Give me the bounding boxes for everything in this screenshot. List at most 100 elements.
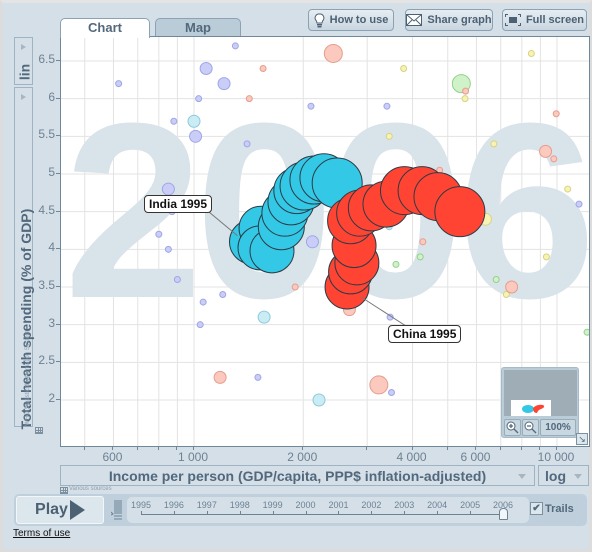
background-country-bubble — [254, 373, 262, 381]
background-country-bubble — [462, 87, 470, 95]
full-screen-button[interactable]: Full screen — [502, 9, 587, 31]
background-country-bubble — [583, 328, 589, 336]
china-bubble-2006 — [434, 186, 486, 238]
background-country-bubble — [383, 102, 391, 110]
how-to-use-button[interactable]: How to use — [308, 9, 394, 31]
y-source-link[interactable]: WHO Statistical Information System — [25, 303, 31, 453]
y-scale-selector[interactable]: lin — [14, 37, 33, 85]
fullscreen-icon — [504, 14, 521, 26]
year-label[interactable]: 2004 — [422, 500, 452, 510]
play-icon — [69, 500, 85, 520]
background-country-bubble — [259, 65, 267, 73]
minimap-thumbnail — [511, 400, 551, 416]
x-tick-label: 4 000 — [396, 450, 427, 464]
slider-thumb[interactable] — [499, 508, 508, 520]
y-tick-label: 5 — [48, 165, 55, 179]
y-tick-label: 5.5 — [38, 127, 55, 142]
background-country-bubble — [213, 370, 227, 384]
y-tick-label: 2.5 — [38, 353, 55, 368]
y-tick-label: 4.5 — [38, 202, 55, 217]
background-country-bubble — [217, 77, 231, 91]
play-button[interactable]: Play — [16, 496, 104, 524]
how-to-use-label: How to use — [329, 14, 389, 26]
tab-map[interactable]: Map — [155, 18, 241, 37]
play-bar: Play 1995 1996 1997 1998 1999 2000 2001 2002 200… — [14, 494, 587, 526]
y-tick-label: 3.5 — [38, 278, 55, 292]
share-graph-label: Share graph — [427, 14, 492, 26]
background-country-bubble — [187, 114, 201, 128]
slider-track[interactable] — [141, 514, 503, 515]
background-country-bubble — [552, 110, 560, 118]
x-indicator-selector[interactable]: Income per person (GDP/capita, PPP$ infl… — [60, 465, 535, 486]
background-country-bubble — [505, 280, 519, 294]
background-country-bubble — [195, 95, 203, 103]
year-label[interactable]: 2003 — [389, 500, 419, 510]
year-label[interactable]: 2002 — [356, 500, 386, 510]
x-tick-label: 10 000 — [537, 450, 575, 464]
background-country-bubble — [385, 132, 393, 140]
background-country-bubble — [539, 144, 553, 158]
share-graph-button[interactable]: Share graph — [405, 9, 493, 31]
background-country-bubble — [305, 235, 319, 249]
minimap-bubbles — [522, 404, 545, 413]
x-scale-selector[interactable]: log — [538, 465, 589, 486]
minimap-china-mark — [533, 404, 545, 413]
background-country-bubble — [387, 388, 395, 396]
background-country-bubble — [219, 291, 227, 299]
year-label[interactable]: 1999 — [258, 500, 288, 510]
expand-arrow-icon — [21, 94, 26, 100]
play-label: Play — [35, 501, 68, 518]
background-country-bubble — [199, 62, 213, 76]
y-tick-label: 6.5 — [38, 52, 55, 66]
zoom-in-icon — [506, 421, 519, 434]
x-tick-label: 2 000 — [287, 450, 318, 464]
year-label[interactable]: 1996 — [159, 500, 189, 510]
background-country-bubble — [490, 140, 498, 148]
terms-of-use-link[interactable]: Terms of use — [13, 528, 70, 539]
y-tick-label: 3 — [48, 315, 55, 330]
envelope-icon — [406, 14, 423, 26]
background-country-bubble — [400, 65, 408, 73]
india-1995-label: India 1995 — [144, 195, 213, 213]
table-icon[interactable] — [35, 427, 43, 434]
zoom-in-button[interactable] — [504, 419, 521, 436]
background-country-bubble — [115, 80, 123, 88]
trails-checkbox[interactable]: ✔ — [530, 502, 543, 515]
zoom-out-icon — [524, 421, 537, 434]
minimap-india-mark — [522, 405, 534, 413]
trails-label: Trails — [545, 502, 574, 515]
year-label[interactable]: 2000 — [291, 500, 321, 510]
year-label[interactable]: 1997 — [192, 500, 222, 510]
background-country-bubble — [245, 95, 253, 103]
background-country-bubble — [170, 117, 178, 125]
resize-corner-icon[interactable]: ↘ — [576, 433, 588, 445]
minimap[interactable]: 100% — [501, 367, 579, 438]
trails-toggle[interactable]: ✔ Trails — [530, 502, 574, 515]
background-country-bubble — [564, 185, 572, 193]
year-label[interactable]: 2001 — [323, 500, 353, 510]
zoom-out-button[interactable] — [522, 419, 539, 436]
speed-control-icon[interactable] — [111, 499, 123, 521]
background-country-bubble — [575, 200, 583, 208]
x-tick-label: 6 000 — [460, 450, 491, 464]
background-country-bubble — [323, 43, 343, 63]
y-tick-label: 6 — [48, 89, 55, 104]
background-country-bubble — [550, 155, 558, 163]
background-country-bubble — [173, 275, 181, 283]
zoom-level-button[interactable]: 100% — [540, 419, 576, 436]
tab-chart[interactable]: Chart — [60, 18, 150, 38]
year-label[interactable]: 2005 — [455, 500, 485, 510]
x-source-link[interactable]: Various sources — [69, 486, 112, 492]
year-label[interactable]: 1995 — [126, 500, 156, 510]
year-label[interactable]: 1998 — [225, 500, 255, 510]
table-icon[interactable] — [60, 487, 68, 494]
x-axis-label: Income per person (GDP/capita, PPP$ infl… — [108, 468, 487, 484]
background-country-bubble — [189, 129, 203, 143]
background-country-bubble — [291, 283, 299, 291]
time-slider[interactable]: 1995 1996 1997 1998 1999 2000 2001 2002 2003 2004… — [127, 497, 529, 523]
minimap-viewport[interactable] — [504, 370, 577, 416]
background-country-bubble — [416, 253, 424, 261]
full-screen-label: Full screen — [525, 14, 585, 26]
x-tick-label: 600 — [102, 450, 123, 464]
background-country-bubble — [542, 253, 550, 261]
